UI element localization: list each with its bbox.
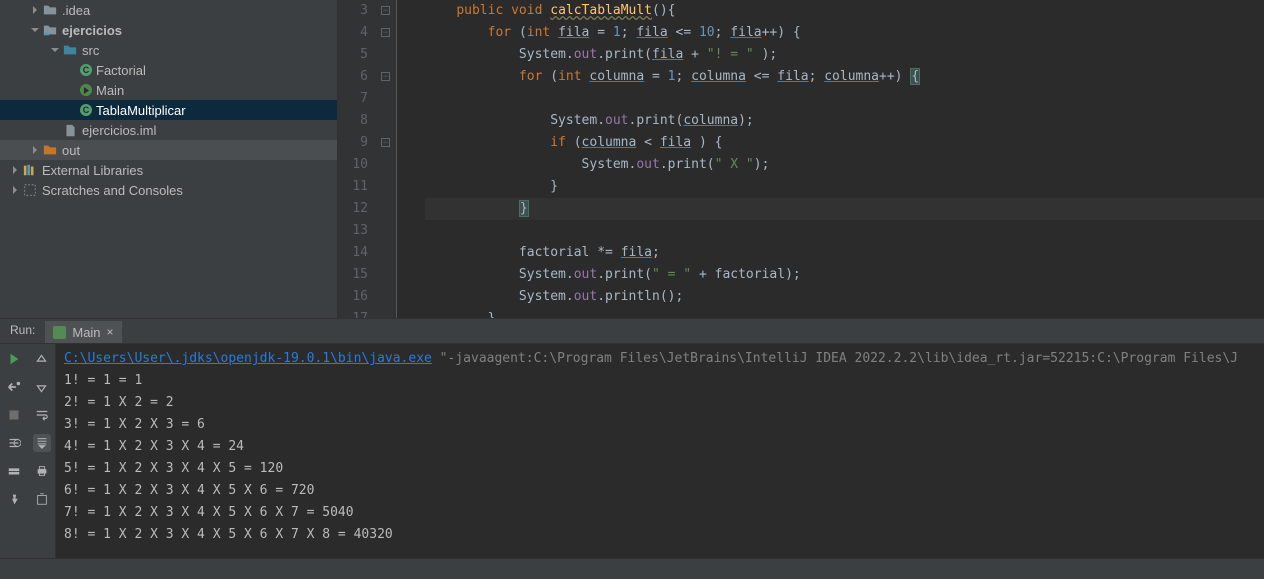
tree-label: .idea <box>62 3 90 18</box>
tree-label: ejercicios.iml <box>82 123 156 138</box>
fold-handle-icon[interactable] <box>381 72 390 81</box>
tree-item-iml[interactable]: ejercicios.iml <box>0 120 337 140</box>
tree-item-tabla-multiplicar[interactable]: C TablaMultiplicar <box>0 100 337 120</box>
pin-button[interactable] <box>5 490 23 508</box>
fold-handle-icon[interactable] <box>381 6 390 15</box>
chevron-right-icon <box>10 165 20 175</box>
line-numbers: 34567891011121314151617 <box>338 0 378 318</box>
project-tree: .idea ejercicios src C Factorial Main <box>0 0 338 318</box>
chevron-right-icon <box>30 5 40 15</box>
tree-item-src[interactable]: src <box>0 40 337 60</box>
tree-label: External Libraries <box>42 163 143 178</box>
chevron-down-icon <box>30 25 40 35</box>
fold-handle-icon[interactable] <box>381 138 390 147</box>
tool-button[interactable] <box>5 378 23 396</box>
tree-label: Scratches and Consoles <box>42 183 183 198</box>
tree-item-scratches[interactable]: Scratches and Consoles <box>0 180 337 200</box>
class-icon: C <box>80 104 92 116</box>
rerun-button[interactable] <box>5 350 23 368</box>
run-panel-label: Run: <box>0 319 45 343</box>
tree-label: src <box>82 43 99 58</box>
print-button[interactable] <box>33 462 51 480</box>
libraries-icon <box>22 162 38 178</box>
tree-item-out[interactable]: out <box>0 140 337 160</box>
tool-button[interactable] <box>5 434 23 452</box>
folder-icon <box>42 2 58 18</box>
module-icon <box>42 22 58 38</box>
tree-item-factorial[interactable]: C Factorial <box>0 60 337 80</box>
run-tab-label: Main <box>72 325 100 340</box>
run-toolbar-left <box>0 344 28 557</box>
down-button[interactable] <box>33 378 51 396</box>
tree-item-external-libraries[interactable]: External Libraries <box>0 160 337 180</box>
main-class-icon <box>80 84 92 96</box>
run-tab-bar: Run: Main × <box>0 319 1264 344</box>
tool-button[interactable] <box>5 462 23 480</box>
stop-button[interactable] <box>5 406 23 424</box>
fold-handle-icon[interactable] <box>381 28 390 37</box>
close-icon[interactable]: × <box>107 325 114 339</box>
chevron-right-icon <box>10 185 20 195</box>
run-tool-window: Run: Main × C:\Users\User\.jdks\openjdk-… <box>0 318 1264 557</box>
run-toolbar-secondary <box>28 344 56 557</box>
tree-item-main[interactable]: Main <box>0 80 337 100</box>
status-bar <box>0 558 1264 579</box>
tree-label: ejercicios <box>62 23 122 38</box>
tree-item-project[interactable]: ejercicios <box>0 20 337 40</box>
tree-label: out <box>62 143 80 158</box>
run-config-icon <box>53 326 66 339</box>
file-icon <box>62 122 78 138</box>
console-output[interactable]: C:\Users\User\.jdks\openjdk-19.0.1\bin\j… <box>56 344 1264 557</box>
java-path-link[interactable]: C:\Users\User\.jdks\openjdk-19.0.1\bin\j… <box>64 351 432 366</box>
scroll-to-end-button[interactable] <box>33 434 51 452</box>
soft-wrap-button[interactable] <box>33 406 51 424</box>
chevron-down-icon <box>50 45 60 55</box>
tree-item-idea[interactable]: .idea <box>0 0 337 20</box>
tree-label: Factorial <box>96 63 146 78</box>
source-folder-icon <box>62 42 78 58</box>
up-button[interactable] <box>33 350 51 368</box>
chevron-right-icon <box>30 145 40 155</box>
tree-label: Main <box>96 83 124 98</box>
out-folder-icon <box>42 142 58 158</box>
code-editor[interactable]: 34567891011121314151617 public void calc… <box>338 0 1264 318</box>
class-icon: C <box>80 64 92 76</box>
editor-gutter: 34567891011121314151617 <box>338 0 397 318</box>
scratches-icon <box>22 182 38 198</box>
code-content[interactable]: public void calcTablaMult(){ for (int fi… <box>397 0 1264 318</box>
run-tab-main[interactable]: Main × <box>45 319 121 343</box>
clear-button[interactable] <box>33 490 51 508</box>
fold-column <box>378 0 396 318</box>
tree-label: TablaMultiplicar <box>96 103 186 118</box>
